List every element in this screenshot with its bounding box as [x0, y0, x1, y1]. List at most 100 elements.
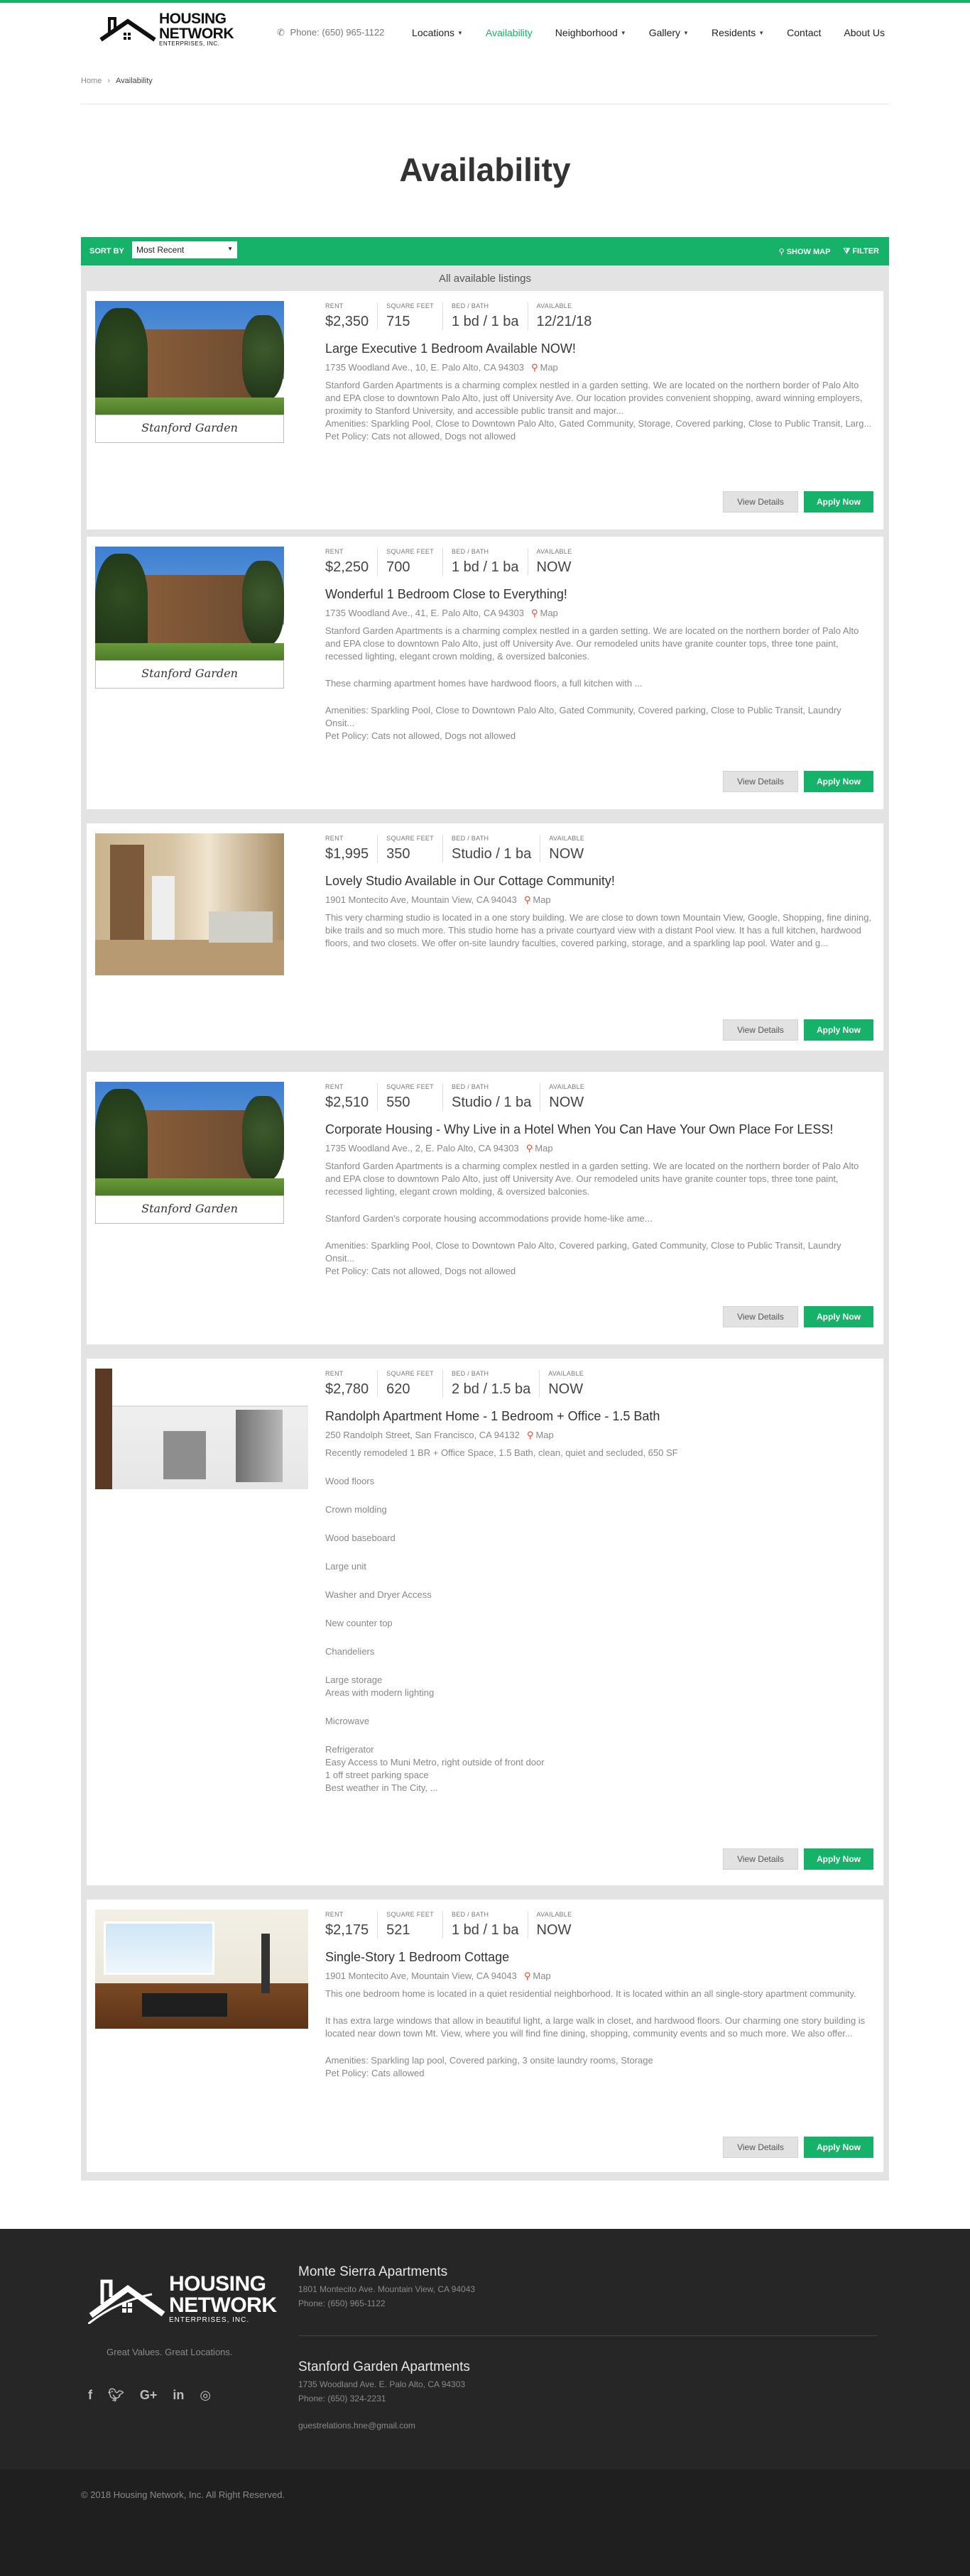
breadcrumb-separator: › [107, 77, 111, 85]
rent-stat: RENT $2,175 [325, 1911, 378, 1939]
footer-logo[interactable]: HOUSING NETWORK ENTERPRISES, INC. [88, 2273, 277, 2324]
location-phone[interactable]: Phone: (650) 965-1122 [298, 2298, 475, 2308]
apply-now-button[interactable]: Apply Now [804, 771, 873, 792]
stat-value: $2,510 [325, 1095, 369, 1110]
bed-bath-stat: BED / BATH 1 bd / 1 ba [452, 302, 528, 330]
stat-value: 700 [386, 559, 410, 575]
listing-photo[interactable] [95, 833, 284, 975]
chevron-down-icon: ▼ [758, 29, 765, 36]
listing-title[interactable]: Large Executive 1 Bedroom Available NOW! [325, 341, 872, 356]
view-details-button[interactable]: View Details [723, 2137, 798, 2158]
listing-description: Recently remodeled 1 BR + Office Space, … [325, 1447, 872, 1794]
sort-select[interactable]: Most Recent ▼ [132, 241, 237, 258]
sqft-stat: SQUARE FEET 715 [386, 302, 443, 330]
sort-label: SORT BY [89, 247, 124, 256]
rent-stat: RENT $1,995 [325, 835, 378, 862]
location-address: 1735 Woodland Ave. E. Palo Alto, CA 9430… [298, 2379, 466, 2389]
map-link[interactable]: Map [540, 362, 557, 373]
footer-divider [298, 2335, 878, 2336]
logo-line-3: ENTERPRISES, INC. [159, 40, 220, 47]
listing-photo[interactable]: Stanford Garden [95, 301, 284, 443]
linkedin-icon[interactable]: in [173, 2388, 184, 2403]
feature-item: Areas with modern lighting [325, 1687, 435, 1698]
listing-title[interactable]: Randolph Apartment Home - 1 Bedroom + Of… [325, 1409, 872, 1424]
location-name[interactable]: Stanford Garden Apartments [298, 2359, 470, 2375]
breadcrumb-home[interactable]: Home [81, 77, 102, 85]
phone-text: Phone: (650) 965-1122 [290, 27, 385, 38]
show-map-button[interactable]: ⚲ SHOW MAP [779, 247, 831, 256]
stat-label: AVAILABLE [548, 1370, 584, 1377]
map-link[interactable]: Map [540, 608, 557, 618]
main-nav: Locations ▼ Availability Neighborhood ▼ Ga… [389, 27, 885, 38]
listing-photo[interactable] [95, 1369, 308, 1489]
map-link[interactable]: Map [535, 1143, 552, 1153]
logo-line-2: NETWORK [159, 26, 234, 42]
view-details-button[interactable]: View Details [723, 1306, 798, 1327]
apply-now-button[interactable]: Apply Now [804, 1848, 873, 1870]
feature-item: Washer and Dryer Access [325, 1589, 432, 1600]
address-text: 1901 Montecito Ave, Mountain View, CA 94… [325, 1971, 517, 1981]
chevron-down-icon: ▼ [457, 29, 463, 36]
stat-value: Studio / 1 ba [451, 846, 532, 862]
filter-button[interactable]: ⧩ FILTER [843, 247, 879, 256]
address-text: 250 Randolph Street, San Francisco, CA 9… [325, 1430, 520, 1440]
phone-icon: ✆ [277, 27, 285, 38]
feature-item: Microwave [325, 1716, 370, 1726]
nav-locations[interactable]: Locations ▼ [412, 27, 463, 38]
footer-bottom-bar: © 2018 Housing Network, Inc. All Right R… [0, 2470, 970, 2576]
nav-about-us[interactable]: About Us [844, 27, 885, 38]
listing-photo[interactable] [95, 1909, 308, 2029]
stat-label: RENT [325, 835, 344, 842]
stat-label: SQUARE FEET [386, 1083, 434, 1090]
nav-contact[interactable]: Contact [787, 27, 821, 38]
available-stat: AVAILABLE NOW [549, 835, 593, 862]
location-name[interactable]: Monte Sierra Apartments [298, 2264, 475, 2280]
map-link[interactable]: Map [533, 1971, 550, 1981]
site-logo[interactable]: HOUSING NETWORK ENTERPRISES, INC. [99, 11, 234, 47]
nav-gallery[interactable]: Gallery ▼ [649, 27, 689, 38]
view-details-button[interactable]: View Details [723, 1848, 798, 1870]
stat-value: $2,350 [325, 314, 369, 329]
nav-label: Gallery [648, 27, 681, 38]
apply-now-button[interactable]: Apply Now [804, 1306, 873, 1327]
stat-value: $2,175 [325, 1922, 369, 1938]
nav-neighborhood[interactable]: Neighborhood ▼ [555, 27, 626, 38]
apply-now-button[interactable]: Apply Now [804, 2137, 873, 2158]
logo-line-2: NETWORK [169, 2293, 277, 2317]
sqft-stat: SQUARE FEET 620 [386, 1370, 443, 1398]
feature-item: 1 off street parking space [325, 1770, 429, 1780]
rent-stat: RENT $2,250 [325, 548, 378, 576]
listing-title[interactable]: Wonderful 1 Bedroom Close to Everything! [325, 587, 872, 602]
listing-title[interactable]: Corporate Housing - Why Live in a Hotel … [325, 1122, 872, 1137]
stat-value: 550 [386, 1095, 410, 1110]
twitter-icon[interactable]: 🐦︎ [108, 2388, 124, 2403]
map-link[interactable]: Map [533, 894, 550, 905]
stat-value: 1 bd / 1 ba [451, 1922, 519, 1938]
nav-availability[interactable]: Availability [486, 27, 533, 38]
listing-title[interactable]: Lovely Studio Available in Our Cottage C… [325, 874, 872, 889]
stat-value: NOW [548, 1381, 584, 1397]
location-address: 1801 Montecito Ave. Mountain View, CA 94… [298, 2284, 476, 2294]
header-phone[interactable]: ✆ Phone: (650) 965-1122 [277, 27, 384, 38]
facebook-icon[interactable]: f [88, 2388, 92, 2403]
google-plus-icon[interactable]: G+ [140, 2388, 158, 2403]
location-phone[interactable]: Phone: (650) 324-2231 [298, 2394, 470, 2404]
description-text: Stanford Garden's corporate housing acco… [325, 1213, 653, 1224]
nav-label: Locations [412, 27, 454, 38]
view-details-button[interactable]: View Details [723, 1019, 798, 1041]
listing-photo[interactable]: Stanford Garden [95, 1082, 284, 1224]
map-link[interactable]: Map [535, 1430, 553, 1440]
listing-photo[interactable]: Stanford Garden [95, 547, 284, 689]
view-details-button[interactable]: View Details [723, 491, 798, 513]
nav-residents[interactable]: Residents ▼ [712, 27, 764, 38]
footer-email[interactable]: guestrelations.hne@gmail.com [298, 2421, 415, 2430]
stat-label: SQUARE FEET [386, 835, 434, 842]
photo-caption: Stanford Garden [95, 415, 284, 443]
apply-now-button[interactable]: Apply Now [804, 491, 873, 513]
apply-now-button[interactable]: Apply Now [804, 1019, 873, 1041]
description-text: This one bedroom home is located in a qu… [325, 1988, 856, 1999]
listing-title[interactable]: Single-Story 1 Bedroom Cottage [325, 1950, 872, 1965]
instagram-icon[interactable]: ◎ [200, 2388, 211, 2403]
view-details-button[interactable]: View Details [723, 771, 798, 792]
stat-value: $2,250 [325, 559, 369, 575]
